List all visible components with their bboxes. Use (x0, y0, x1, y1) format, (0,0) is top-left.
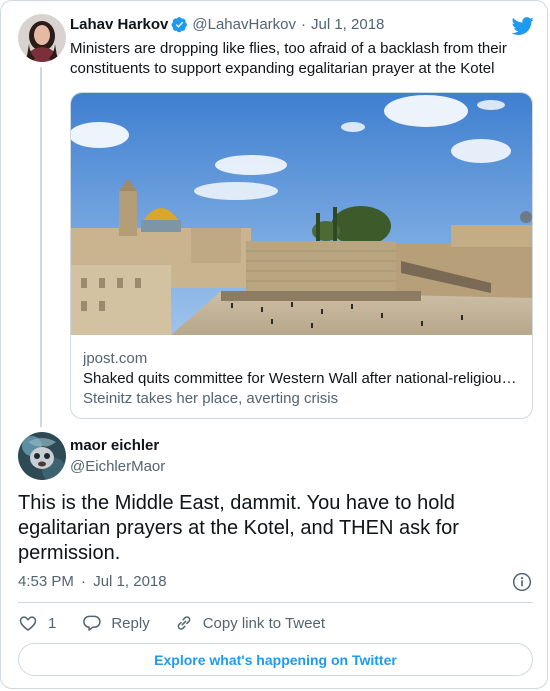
author-name[interactable]: maor eichler (70, 437, 159, 454)
tweet-embed-card: Lahav Harkov @LahavHarkov · Jul 1, 2018 … (0, 0, 548, 689)
tweet-text: This is the Middle East, dammit. You hav… (18, 492, 459, 564)
author-handle[interactable]: @EichlerMaor (70, 458, 165, 475)
reply-icon (83, 615, 101, 631)
author-avatar[interactable] (18, 432, 66, 480)
quoted-tweet-header: Lahav Harkov @LahavHarkov · Jul 1, 2018 (70, 16, 384, 33)
reply-button[interactable]: Reply (82, 613, 150, 633)
explore-twitter-button[interactable]: Explore what's happening on Twitter (18, 643, 533, 676)
verified-icon (171, 17, 188, 33)
dot-separator: · (81, 573, 87, 590)
copy-link-label: Copy link to Tweet (202, 614, 325, 632)
divider (18, 602, 533, 603)
like-count: 1 (48, 614, 57, 632)
quoted-author-avatar[interactable] (18, 14, 66, 62)
link-title: Shaked quits committee for Western Wall … (83, 370, 523, 387)
action-bar: 1 Reply Copy link to Tweet (18, 612, 325, 634)
quoted-tweet-date[interactable]: Jul 1, 2018 (311, 16, 384, 33)
quoted-tweet-text: Ministers are dropping like flies, too a… (70, 40, 507, 77)
copy-link-button[interactable]: Copy link to Tweet (174, 613, 325, 633)
twitter-bird-icon[interactable] (511, 15, 535, 37)
tweet-time: 4:53 PM (18, 573, 74, 590)
info-icon[interactable] (512, 572, 532, 592)
quoted-author-handle[interactable]: @LahavHarkov (192, 16, 296, 33)
dot-separator: · (301, 16, 306, 33)
tweet-timestamp[interactable]: 4:53 PM · Jul 1, 2018 (18, 573, 167, 590)
like-button[interactable]: 1 (18, 613, 56, 633)
tweet-date: Jul 1, 2018 (93, 573, 167, 590)
western-wall-photo (71, 93, 532, 335)
link-description: Steinitz takes her place, averting crisi… (83, 390, 339, 407)
link-icon (177, 616, 190, 630)
heart-icon (19, 616, 37, 632)
link-domain: jpost.com (83, 350, 148, 367)
quoted-author-name[interactable]: Lahav Harkov (70, 16, 168, 33)
link-preview-card[interactable]: jpost.com Shaked quits committee for Wes… (70, 92, 533, 419)
reply-label: Reply (111, 614, 150, 632)
thread-line (40, 67, 42, 427)
link-preview-meta: jpost.com Shaked quits committee for Wes… (83, 349, 523, 409)
